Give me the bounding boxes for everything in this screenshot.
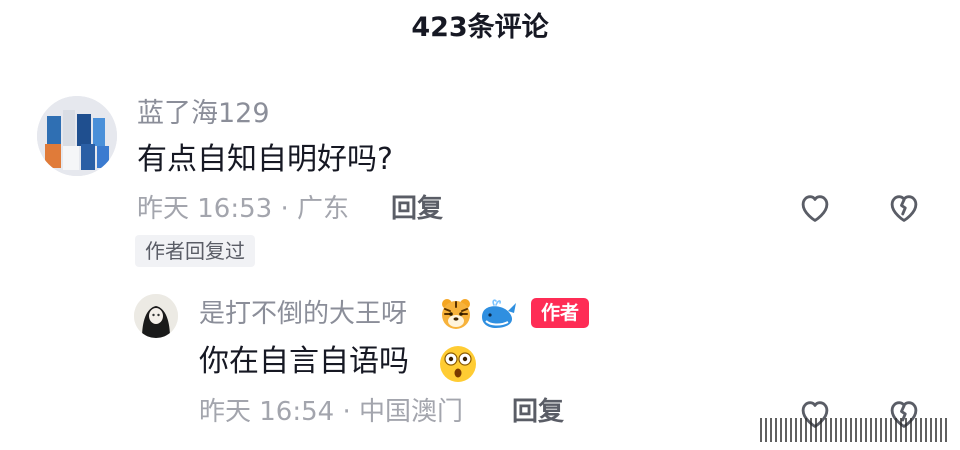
reply-avatar[interactable] — [134, 294, 178, 338]
avatar[interactable] — [37, 96, 117, 176]
dislike-button[interactable] — [885, 188, 923, 226]
broken-heart-icon — [890, 195, 918, 222]
whale-emoji — [478, 297, 518, 331]
heart-outline-icon — [801, 195, 829, 222]
comment-time-location: 昨天 16:53 · 广东 — [137, 194, 349, 224]
reply-username[interactable]: 是打不倒的大王呀 — [199, 296, 407, 332]
reply-reply-button[interactable]: 回复 — [512, 394, 564, 430]
reply-text: 你在自言自语吗 — [199, 344, 409, 379]
comment-username[interactable]: 蓝了海129 — [137, 96, 270, 132]
author-badge: 作者 — [531, 298, 590, 328]
comment-text: 有点自知自明好吗? — [137, 142, 393, 177]
watermark-overlay — [760, 418, 950, 442]
like-button[interactable] — [796, 188, 834, 226]
reply-time-location: 昨天 16:54 · 中国澳门 — [199, 397, 463, 427]
astonished-face-emoji — [436, 344, 480, 384]
reply-button[interactable]: 回复 — [391, 191, 443, 227]
tiger-face-emoji — [439, 297, 473, 331]
author-replied-badge[interactable]: 作者回复过 — [135, 235, 255, 267]
comments-count-title: 423条评论 — [411, 12, 549, 43]
